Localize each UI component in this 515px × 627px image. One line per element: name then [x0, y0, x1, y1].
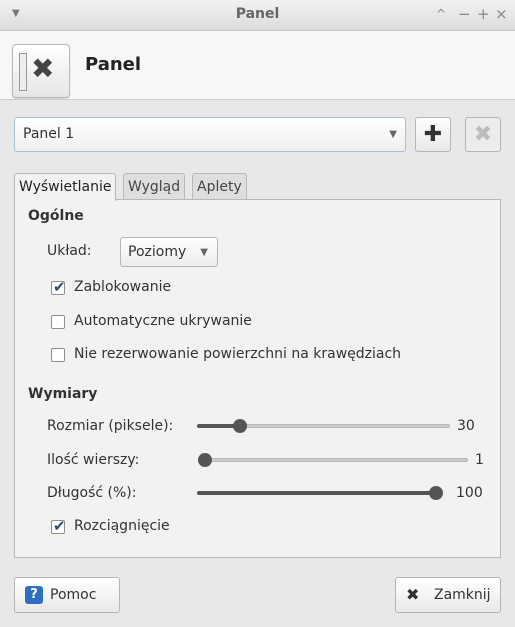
minimize-icon[interactable]: − [458, 5, 471, 23]
chevron-down-icon: ▼ [389, 129, 397, 140]
help-button-label: Pomoc [50, 587, 97, 603]
reserve-space-checkbox[interactable] [51, 348, 65, 362]
stretch-checkbox[interactable]: ✔ [51, 517, 66, 535]
size-slider[interactable] [197, 419, 450, 433]
lock-checkbox[interactable]: ✔ [51, 278, 66, 296]
help-icon: ? [25, 586, 43, 604]
chevron-down-icon: ▼ [200, 247, 208, 258]
slider-handle[interactable] [233, 419, 247, 433]
dialog-title: Panel [85, 54, 142, 75]
remove-icon: ✖ [473, 122, 493, 147]
length-slider[interactable] [197, 486, 443, 500]
tab-wyglad[interactable]: Wygląd [123, 173, 186, 199]
close-icon: ✖ [406, 585, 420, 604]
shade-icon[interactable]: ^ [436, 7, 446, 21]
close-button[interactable]: ✖ Zamknij [395, 577, 501, 613]
title-bar: ▼ Panel ^ − + × [0, 0, 515, 31]
rows-slider[interactable] [198, 453, 468, 467]
length-value: 100 [456, 485, 483, 501]
layout-value: Poziomy [128, 244, 187, 260]
size-label: Rozmiar (piksele): [47, 418, 174, 434]
reserve-space-label[interactable]: Nie rezerwowanie powierzchni na krawędzi… [74, 346, 401, 362]
panel-select-value: Panel 1 [23, 126, 75, 142]
autohide-checkbox[interactable] [51, 315, 65, 329]
rows-label: Ilość wierszy: [47, 452, 140, 468]
maximize-icon[interactable]: + [477, 5, 490, 23]
length-label: Długość (%): [47, 485, 137, 501]
rows-value: 1 [475, 452, 484, 468]
stretch-label[interactable]: Rozciągnięcie [74, 518, 170, 534]
section-heading-dimensions: Wymiary [28, 386, 98, 402]
plus-icon: ✚ [423, 122, 443, 147]
close-button-label: Zamknij [434, 587, 491, 603]
checkmark-icon: ✔ [53, 517, 66, 535]
panel-select[interactable]: Panel 1 ▼ [14, 117, 406, 152]
lock-label[interactable]: Zablokowanie [74, 279, 171, 295]
slider-handle[interactable] [198, 453, 212, 467]
tab-wyswietlanie[interactable]: Wyświetlanie [14, 173, 117, 201]
tab-aplety[interactable]: Aplety [192, 173, 247, 199]
size-value: 30 [457, 418, 475, 434]
layout-dropdown[interactable]: Poziomy ▼ [120, 237, 218, 267]
autohide-label[interactable]: Automatyczne ukrywanie [74, 313, 252, 329]
slider-handle[interactable] [429, 486, 443, 500]
remove-panel-button[interactable]: ✖ [465, 117, 501, 152]
panel-preferences-icon: ✖ [12, 44, 70, 98]
section-heading-general: Ogólne [28, 208, 84, 224]
layout-label: Układ: [47, 243, 92, 259]
checkmark-icon: ✔ [53, 278, 66, 296]
dialog-header: ✖ Panel [0, 31, 515, 100]
close-window-icon[interactable]: × [495, 5, 508, 23]
add-panel-button[interactable]: ✚ [415, 117, 451, 152]
help-button[interactable]: ? Pomoc [14, 577, 120, 613]
